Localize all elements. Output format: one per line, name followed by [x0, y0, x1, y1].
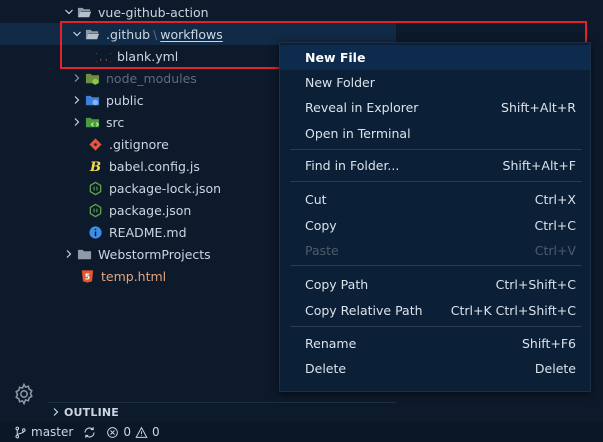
chevron-right-icon[interactable] — [70, 111, 84, 133]
outline-label: OUTLINE — [64, 405, 120, 419]
svg-text:{..}: {..} — [96, 52, 111, 63]
outline-section-header[interactable]: OUTLINE — [48, 402, 396, 421]
chevron-right-icon[interactable] — [62, 243, 76, 265]
folder-open-icon — [84, 23, 100, 45]
chevron-right-icon[interactable] — [48, 401, 64, 423]
menu-item-copy-path[interactable]: Copy Path Ctrl+Shift+C — [280, 272, 590, 297]
info-icon — [87, 221, 103, 243]
tree-item-sublabel[interactable]: workflows — [160, 27, 223, 42]
path-separator: \ — [153, 26, 158, 42]
error-count: 0 — [123, 425, 131, 439]
error-icon — [107, 426, 119, 438]
svg-text:B: B — [88, 160, 100, 174]
tree-item-label: .gitignore — [109, 136, 169, 152]
chevron-right-icon[interactable] — [70, 89, 84, 111]
folder-public-icon — [84, 89, 100, 111]
chevron-down-icon[interactable] — [70, 23, 84, 45]
warning-count: 0 — [151, 425, 160, 439]
menu-separator — [290, 149, 582, 150]
menu-item-reveal-in-explorer[interactable]: Reveal in Explorer Shift+Alt+R — [280, 95, 590, 120]
tree-item-label: WebstormProjects — [98, 246, 211, 262]
menu-item-new-file[interactable]: New File — [280, 45, 590, 70]
tree-item-label: README.md — [109, 224, 187, 240]
tree-item-vue-github-action[interactable]: vue-github-action — [0, 1, 396, 23]
sync-icon — [84, 426, 95, 438]
folder-node-icon — [84, 67, 100, 89]
babel-icon: B — [87, 155, 103, 177]
tree-item-label: node_modules — [106, 70, 197, 86]
context-menu: New File New Folder Reveal in Explorer Sh… — [279, 42, 591, 392]
gear-icon[interactable] — [12, 382, 36, 406]
tree-item-label: temp.html — [101, 268, 167, 284]
menu-separator — [290, 181, 582, 182]
warning-icon — [135, 426, 148, 438]
npm-icon — [87, 199, 103, 221]
html-icon: 5 — [79, 265, 95, 287]
menu-item-open-in-terminal[interactable]: Open in Terminal — [280, 121, 590, 146]
menu-item-copy-relative-path[interactable]: Copy Relative Path Ctrl+K Ctrl+Shift+C — [280, 298, 590, 323]
chevron-down-icon[interactable] — [62, 1, 76, 23]
vscode-window: vue-github-action .github \ workflows {.… — [0, 0, 603, 442]
menu-item-paste: Paste Ctrl+V — [305, 243, 576, 258]
branch-name: master — [31, 425, 74, 439]
menu-item-new-folder[interactable]: New Folder — [280, 70, 590, 95]
menu-item-cut[interactable]: Cut Ctrl+X — [280, 187, 590, 212]
npm-icon — [87, 177, 103, 199]
git-branch-icon — [15, 426, 26, 438]
svg-text:5: 5 — [84, 272, 89, 281]
menu-item-rename[interactable]: Rename Shift+F6 — [280, 331, 590, 356]
menu-item-copy[interactable]: Copy Ctrl+C — [280, 213, 590, 238]
tree-item-label: public — [106, 92, 144, 108]
tree-item-label: vue-github-action — [98, 4, 209, 20]
status-bar: master 0 0 — [0, 422, 603, 442]
tree-item-label: package.json — [109, 202, 192, 218]
tree-item-label: src — [106, 114, 125, 130]
menu-item-find-in-folder[interactable]: Find in Folder... Shift+Alt+F — [280, 153, 590, 178]
tree-item-label: .github — [106, 26, 151, 42]
menu-separator — [290, 326, 582, 327]
yaml-file-icon: {..} — [95, 45, 111, 67]
sync-button[interactable] — [83, 426, 96, 439]
chevron-right-icon[interactable] — [70, 67, 84, 89]
menu-separator — [290, 265, 582, 266]
folder-open-icon — [76, 1, 92, 23]
tree-item-label: package-lock.json — [109, 180, 222, 196]
folder-icon — [76, 243, 92, 265]
tree-item-label: blank.yml — [117, 48, 179, 64]
folder-src-icon — [84, 111, 100, 133]
tree-item-label: babel.config.js — [109, 158, 200, 174]
branch-indicator[interactable]: master — [14, 425, 73, 439]
menu-item-delete[interactable]: Delete Delete — [280, 356, 590, 381]
problems-indicator[interactable]: 0 0 — [106, 425, 160, 439]
git-icon — [87, 133, 103, 155]
